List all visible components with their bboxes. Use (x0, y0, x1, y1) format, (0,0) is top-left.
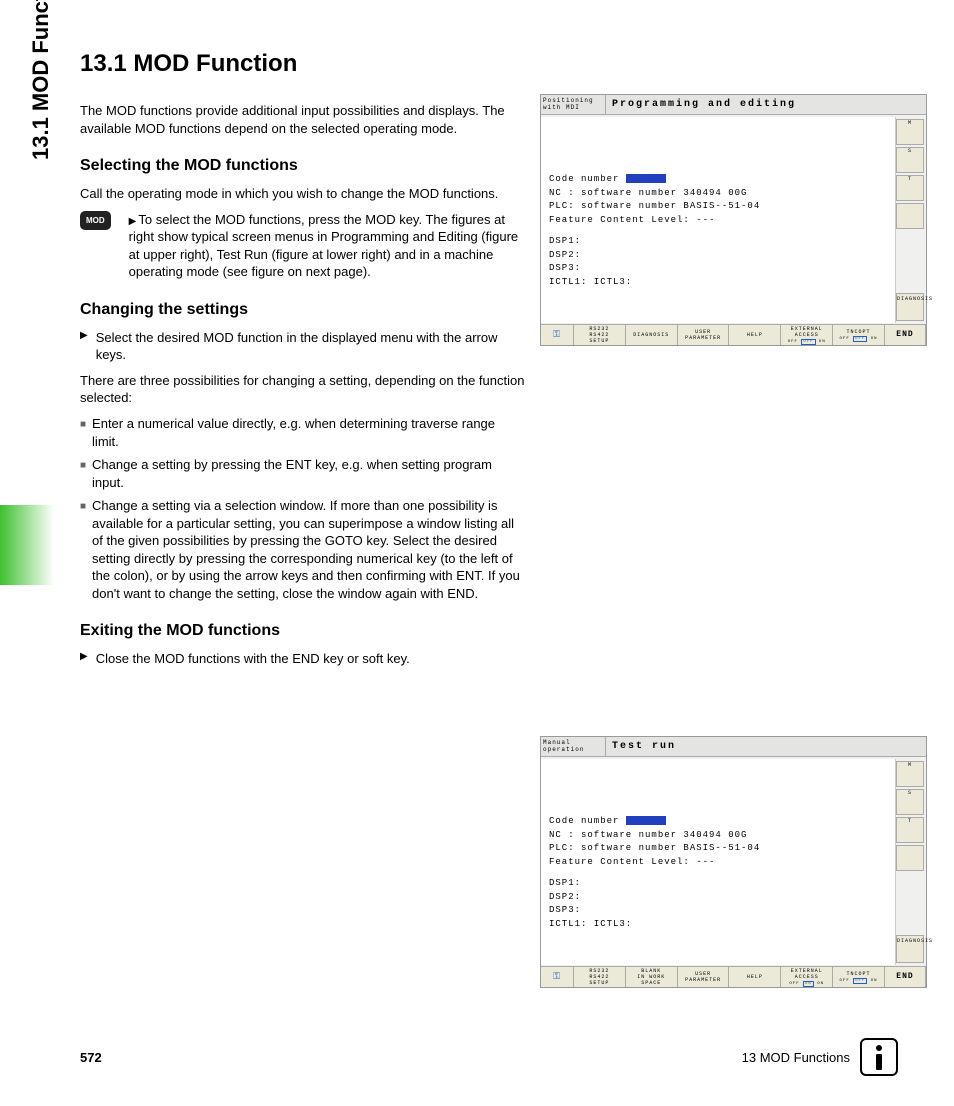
changing-b1: Enter a numerical value directly, e.g. w… (92, 415, 525, 450)
changing-b2: Change a setting by pressing the ENT key… (92, 456, 525, 491)
softkey-end[interactable]: END (885, 967, 926, 987)
screenshot-programming: Positioning with MDI Programming and edi… (540, 94, 927, 346)
shotB-l1: Code number (549, 816, 619, 826)
section-changing: Changing the settings (80, 301, 525, 319)
shotA-l2: NC : software number 340494 00G (549, 187, 887, 201)
softkey-rs232[interactable]: RS232RS422SETUP (574, 325, 626, 345)
changing-b3: Change a setting via a selection window.… (92, 497, 525, 602)
selecting-p2-text: To select the MOD functions, press the M… (129, 212, 518, 280)
shotA-l3: PLC: software number BASIS--51-04 (549, 200, 887, 214)
side-btn-diagnosis[interactable]: DIAGNOSIS (896, 293, 924, 321)
section-selecting: Selecting the MOD functions (80, 157, 525, 175)
shotB-l7: DSP3: (549, 904, 887, 918)
shotA-l4: Feature Content Level: --- (549, 214, 887, 228)
cursor-icon (626, 174, 666, 183)
side-btn-m[interactable]: M (896, 119, 924, 145)
softkey-help[interactable]: HELP (729, 325, 781, 345)
side-btn-blank[interactable] (896, 845, 924, 871)
shotB-l2: NC : software number 340494 00G (549, 829, 887, 843)
intro-text: The MOD functions provide additional inp… (80, 102, 525, 137)
softkey-user-parameter[interactable]: USERPARAMETER (678, 325, 730, 345)
shotB-l6: DSP2: (549, 891, 887, 905)
side-btn-diagnosis[interactable]: DIAGNOSIS (896, 935, 924, 963)
softkey-tncopt[interactable]: TNCOPTOFF OFF ON (833, 967, 885, 987)
page-heading: 13.1 MOD Function (80, 50, 904, 78)
section-exiting: Exiting the MOD functions (80, 622, 525, 640)
shotA-l7: DSP3: (549, 262, 887, 276)
key-icon: ⚿ (541, 325, 574, 345)
mod-key-icon: MOD (80, 211, 111, 230)
shotA-l5: DSP1: (549, 235, 887, 249)
softkey-tncopt[interactable]: TNCOPTOFF OFF ON (833, 325, 885, 345)
shotA-l1: Code number (549, 174, 619, 184)
selecting-p2: ▶To select the MOD functions, press the … (129, 211, 525, 281)
side-btn-m[interactable]: M (896, 761, 924, 787)
shotB-l3: PLC: software number BASIS--51-04 (549, 842, 887, 856)
shotA-l6: DSP2: (549, 249, 887, 263)
softkey-help[interactable]: HELP (729, 967, 781, 987)
cursor-icon (626, 816, 666, 825)
exiting-p1: Close the MOD functions with the END key… (96, 650, 410, 668)
shotB-l5: DSP1: (549, 877, 887, 891)
side-btn-t[interactable]: T (896, 175, 924, 201)
side-btn-s[interactable]: S (896, 147, 924, 173)
shotA-l8: ICTL1: ICTL3: (549, 276, 887, 290)
softkey-external-access[interactable]: EXTERNALACCESSOFF OFF ON (781, 325, 833, 345)
side-btn-t[interactable]: T (896, 817, 924, 843)
selecting-p1: Call the operating mode in which you wis… (80, 185, 525, 203)
shotB-l4: Feature Content Level: --- (549, 856, 887, 870)
softkey-end[interactable]: END (885, 325, 926, 345)
thumb-tab (0, 505, 54, 585)
softkey-external-access[interactable]: EXTERNALACCESSOFF ON ON (781, 967, 833, 987)
softkey-user-parameter[interactable]: USERPARAMETER (678, 967, 730, 987)
shotB-mode: Manual operation (541, 737, 606, 757)
side-btn-s[interactable]: S (896, 789, 924, 815)
shotA-title: Programming and editing (606, 95, 926, 115)
softkey-blank-workspace[interactable]: BLANKIN WORKSPACE (626, 967, 678, 987)
info-icon (860, 1038, 898, 1076)
changing-p2: There are three possibilities for changi… (80, 372, 525, 407)
softkey-rs232[interactable]: RS232RS422SETUP (574, 967, 626, 987)
shotB-title: Test run (606, 737, 926, 757)
shotA-mode: Positioning with MDI (541, 95, 606, 115)
changing-p1: Select the desired MOD function in the d… (96, 329, 525, 364)
key-icon: ⚿ (541, 967, 574, 987)
softkey-diagnosis[interactable]: DIAGNOSIS (626, 325, 678, 345)
side-section-label: 13.1 MOD Function (28, 0, 54, 160)
screenshot-testrun: Manual operation Test run Code number NC… (540, 736, 927, 988)
shotB-l8: ICTL1: ICTL3: (549, 918, 887, 932)
side-btn-blank[interactable] (896, 203, 924, 229)
chapter-label: 13 MOD Functions (742, 1050, 850, 1065)
page-number: 572 (80, 1050, 102, 1065)
